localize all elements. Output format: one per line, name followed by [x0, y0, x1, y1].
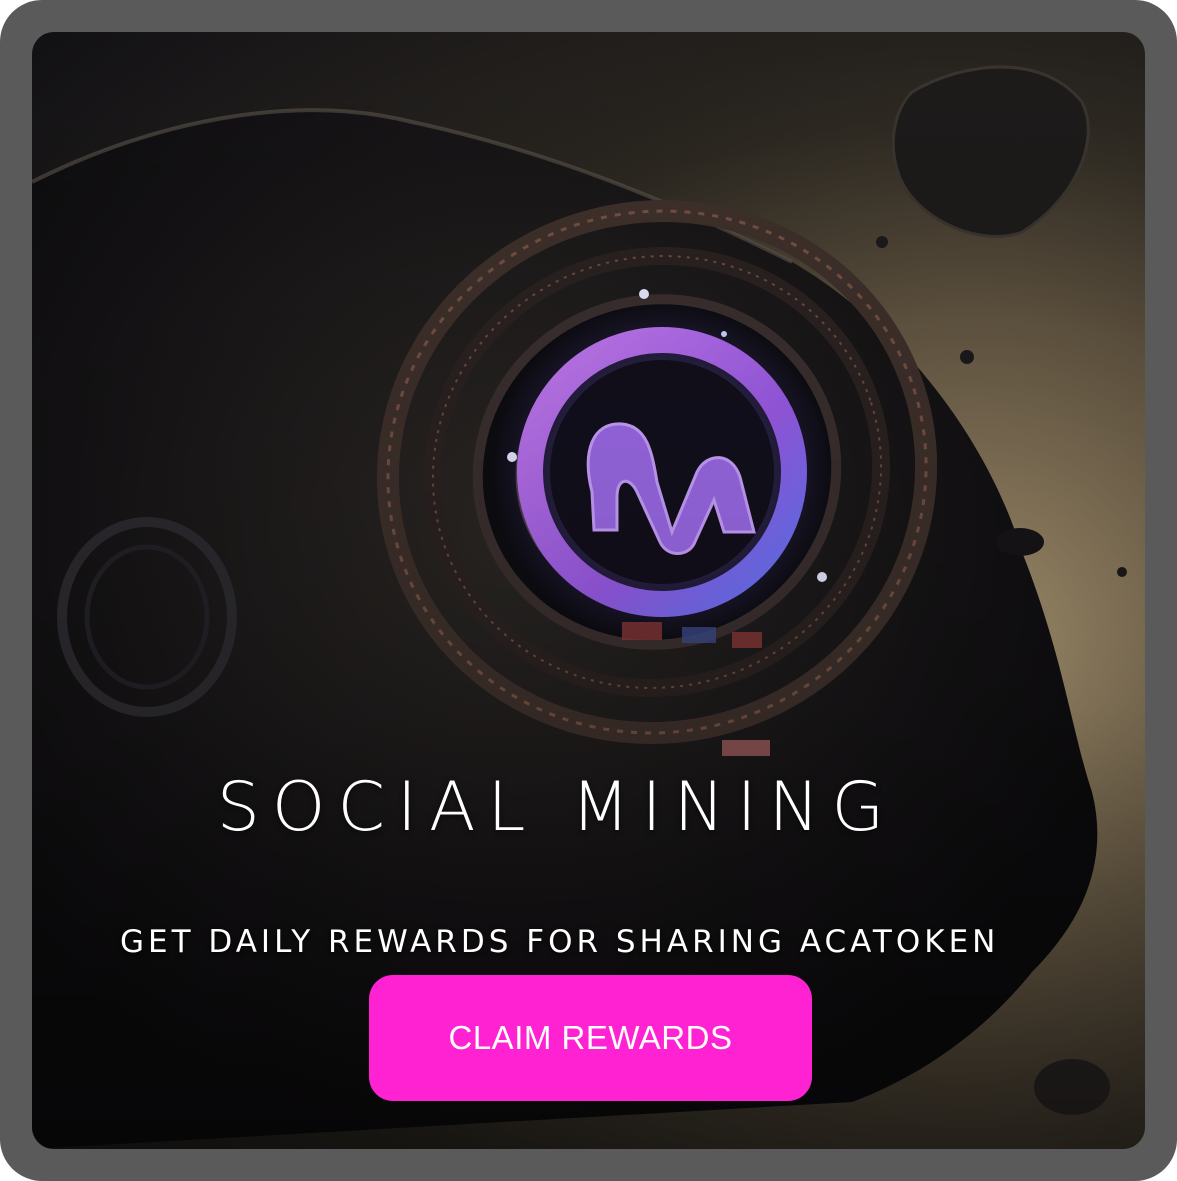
- claim-rewards-button[interactable]: CLAIM REWARDS: [369, 975, 812, 1101]
- card-frame: GET DAILY REWARDS FOR SHARING ACATOKEN C…: [0, 0, 1177, 1181]
- hero-subtitle: GET DAILY REWARDS FOR SHARING ACATOKEN: [120, 924, 1000, 960]
- hero-card: GET DAILY REWARDS FOR SHARING ACATOKEN C…: [32, 32, 1145, 1149]
- hero-title: SOCIAL MINING: [216, 768, 897, 847]
